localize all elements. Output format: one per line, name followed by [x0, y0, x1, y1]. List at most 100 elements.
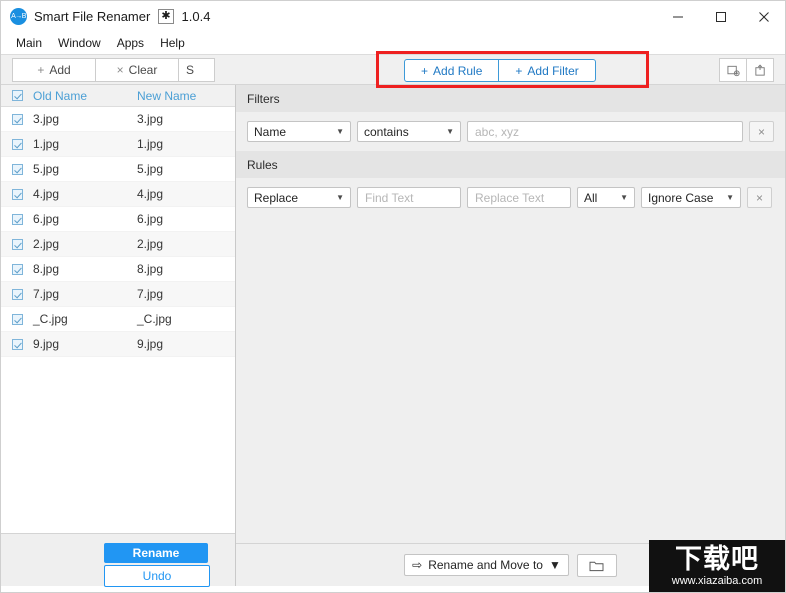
add-files-button[interactable]: + Add — [12, 58, 96, 82]
title-badge-icon: ✱ — [158, 9, 174, 24]
table-row[interactable]: 7.jpg 7.jpg — [1, 282, 235, 307]
rule-action-select[interactable]: Replace ▼ — [247, 187, 351, 208]
cell-old-name: 7.jpg — [33, 287, 60, 301]
application-window: A→B Smart File Renamer ✱ 1.0.4 Main Wind… — [0, 0, 786, 593]
row-checkbox[interactable] — [1, 163, 33, 175]
filter-condition-select[interactable]: contains ▼ — [357, 121, 461, 142]
select-all-checkbox[interactable] — [1, 90, 33, 101]
table-row[interactable]: 4.jpg 4.jpg — [1, 182, 235, 207]
column-header-new-name[interactable]: New Name — [137, 89, 235, 103]
add-rule-button[interactable]: + Add Rule — [404, 59, 500, 82]
remove-rule-button[interactable]: × — [747, 187, 772, 208]
column-header-old-name[interactable]: Old Name — [33, 89, 137, 103]
checkbox-icon — [11, 213, 23, 225]
row-checkbox[interactable] — [1, 338, 33, 350]
row-checkbox[interactable] — [1, 238, 33, 250]
export-settings-button[interactable] — [746, 58, 774, 82]
rename-button[interactable]: Rename — [104, 543, 208, 563]
table-row[interactable]: 6.jpg 6.jpg — [1, 207, 235, 232]
checkbox-icon — [11, 188, 23, 200]
row-checkbox[interactable] — [1, 188, 33, 200]
close-button[interactable] — [742, 1, 785, 32]
plus-icon: + — [515, 63, 523, 78]
main-body: Old Name New Name 3.jpg 3.jpg 1.jpg 1.jpg 5.… — [1, 85, 785, 587]
filter-condition-value: contains — [364, 124, 409, 139]
menu-item-help[interactable]: Help — [153, 34, 192, 52]
checkbox-icon — [11, 313, 23, 325]
filter-field-value: Name — [254, 124, 287, 139]
cell-new-name: 6.jpg — [137, 212, 164, 226]
checkbox-icon — [11, 90, 23, 101]
cell-old-name: 5.jpg — [33, 162, 60, 176]
toolbar-right-group — [719, 58, 774, 82]
title-bar-left: A→B Smart File Renamer ✱ 1.0.4 — [1, 8, 210, 25]
close-icon — [758, 11, 769, 22]
add-filter-button[interactable]: + Add Filter — [498, 59, 596, 82]
row-checkbox[interactable] — [1, 138, 33, 150]
clear-files-button[interactable]: × Clear — [95, 58, 179, 82]
file-list-header: Old Name New Name — [1, 85, 235, 107]
window-controls — [656, 1, 785, 32]
rule-scope-select[interactable]: All ▼ — [577, 187, 635, 208]
menu-item-window[interactable]: Window — [51, 34, 108, 52]
maximize-button[interactable] — [699, 1, 742, 32]
file-list-footer: Rename Undo — [1, 533, 235, 587]
rule-scope-value: All — [584, 190, 598, 205]
rule-row: Replace ▼ Find Text Replace Text All ▼ I… — [236, 178, 785, 217]
minimize-button[interactable] — [656, 1, 699, 32]
rule-case-value: Ignore Case — [648, 190, 714, 205]
undo-button[interactable]: Undo — [104, 565, 210, 587]
toolbar-center-group: + Add Rule + Add Filter — [404, 59, 596, 82]
chevron-down-icon: ▼ — [726, 193, 734, 202]
row-checkbox[interactable] — [1, 213, 33, 225]
cell-old-name: 2.jpg — [33, 237, 60, 251]
arrow-right-icon: ⇨ — [412, 558, 423, 572]
rule-replace-input[interactable]: Replace Text — [467, 187, 571, 208]
row-checkbox[interactable] — [1, 288, 33, 300]
table-row[interactable]: _C.jpg _C.jpg — [1, 307, 235, 332]
menu-item-main[interactable]: Main — [9, 34, 49, 52]
minimize-icon — [672, 16, 683, 17]
cell-new-name: 3.jpg — [137, 112, 164, 126]
cell-new-name: 8.jpg — [137, 262, 164, 276]
rule-action-value: Replace — [254, 190, 299, 205]
checkbox-icon — [11, 138, 23, 150]
rename-mode-select[interactable]: ⇨ Rename and Move to ▼ — [404, 554, 569, 576]
filter-field-select[interactable]: Name ▼ — [247, 121, 351, 142]
cell-new-name: _C.jpg — [137, 312, 172, 326]
watermark-url: www.xiazaiba.com — [671, 574, 763, 587]
menu-item-apps[interactable]: Apps — [110, 34, 151, 52]
table-row[interactable]: 3.jpg 3.jpg — [1, 107, 235, 132]
rules-pane-spacer — [236, 217, 785, 543]
browse-folder-button[interactable] — [576, 553, 617, 577]
cell-new-name: 2.jpg — [137, 237, 164, 251]
title-bar: A→B Smart File Renamer ✱ 1.0.4 — [1, 1, 785, 32]
table-row[interactable]: 1.jpg 1.jpg — [1, 132, 235, 157]
site-watermark: 下载吧 www.xiazaiba.com — [649, 540, 785, 592]
table-row[interactable]: 8.jpg 8.jpg — [1, 257, 235, 282]
menu-bar: Main Window Apps Help — [1, 32, 785, 54]
remove-filter-button[interactable]: × — [749, 121, 774, 142]
cell-old-name: 3.jpg — [33, 112, 60, 126]
app-logo-icon: A→B — [10, 8, 27, 25]
row-checkbox[interactable] — [1, 313, 33, 325]
checkbox-icon — [11, 263, 23, 275]
plus-icon: + — [421, 63, 429, 78]
table-row[interactable]: 2.jpg 2.jpg — [1, 232, 235, 257]
checkbox-icon — [11, 113, 23, 125]
file-list-pane: Old Name New Name 3.jpg 3.jpg 1.jpg 1.jpg 5.… — [1, 85, 236, 587]
rule-find-input[interactable]: Find Text — [357, 187, 461, 208]
row-checkbox[interactable] — [1, 263, 33, 275]
cell-old-name: _C.jpg — [33, 312, 68, 326]
folder-icon — [589, 561, 604, 571]
rule-case-select[interactable]: Ignore Case ▼ — [641, 187, 741, 208]
checkbox-icon — [11, 338, 23, 350]
filter-value-input[interactable]: abc, xyz — [467, 121, 743, 142]
import-settings-button[interactable] — [719, 58, 747, 82]
table-row[interactable]: 9.jpg 9.jpg — [1, 332, 235, 357]
filter-row: Name ▼ contains ▼ abc, xyz × — [236, 112, 785, 151]
clear-files-label: Clear — [128, 63, 158, 77]
row-checkbox[interactable] — [1, 113, 33, 125]
table-row[interactable]: 5.jpg 5.jpg — [1, 157, 235, 182]
sort-button[interactable]: S — [178, 58, 215, 82]
